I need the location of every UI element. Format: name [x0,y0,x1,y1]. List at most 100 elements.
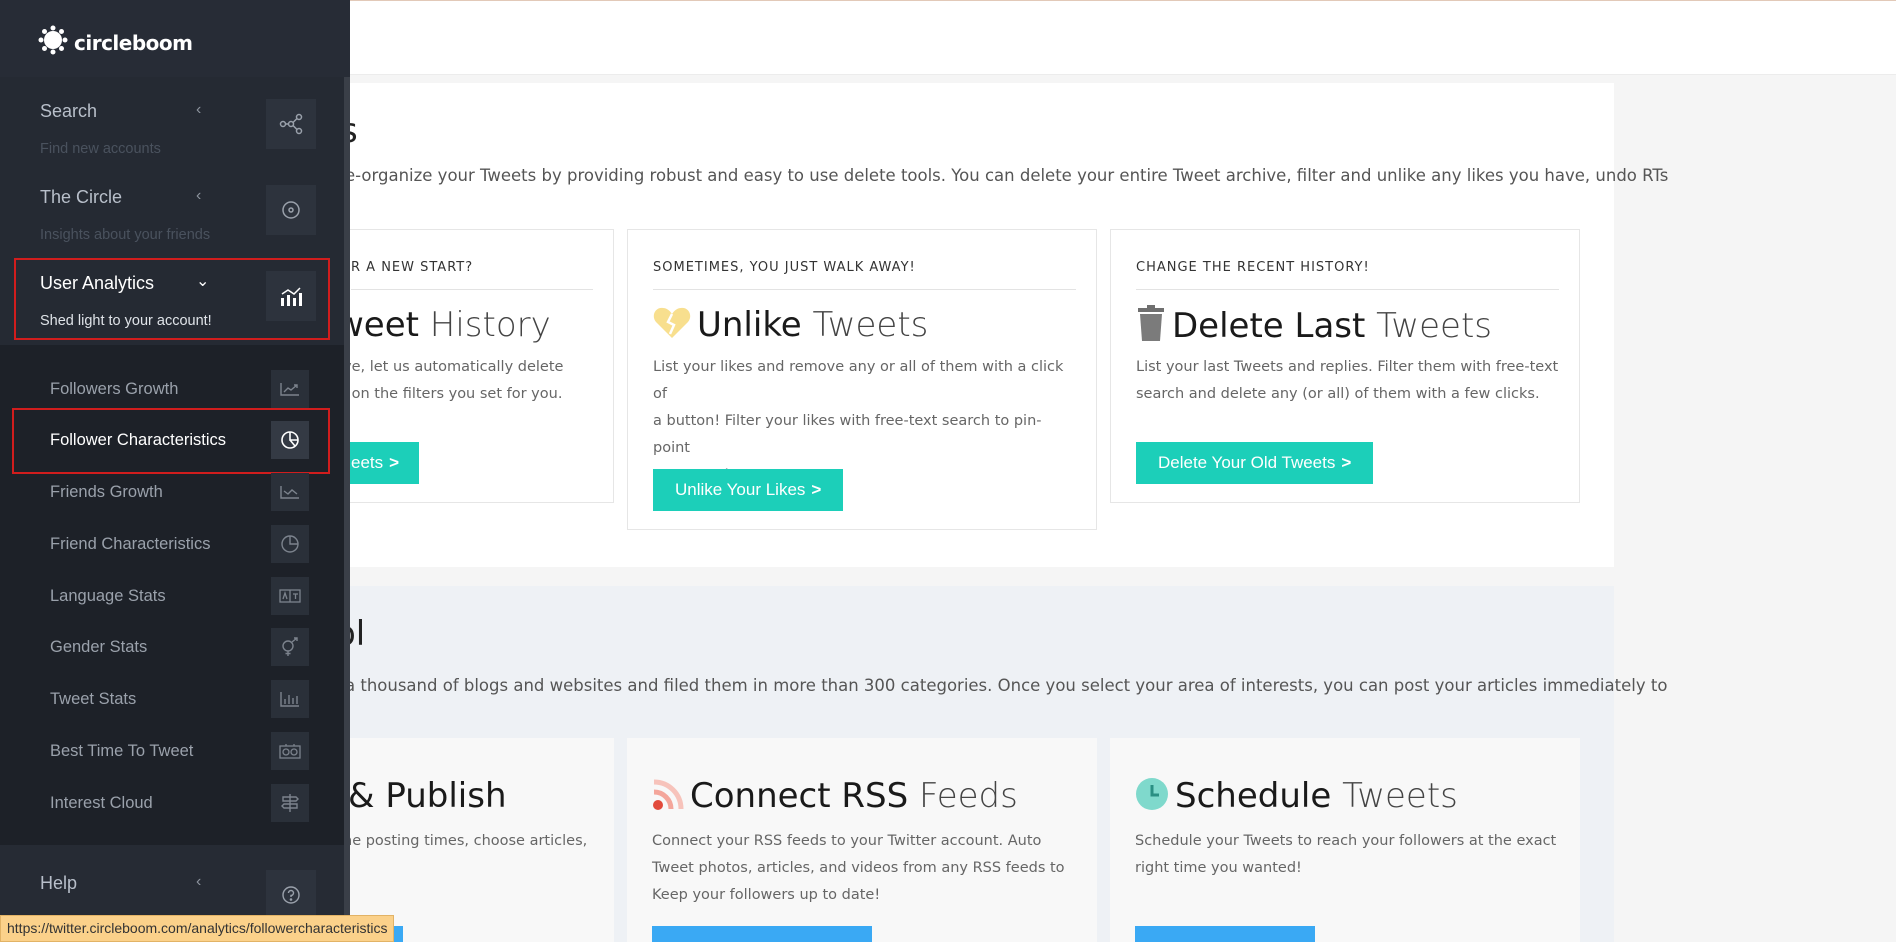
clock-icon [1135,777,1169,820]
card-kicker: CHANGE THE RECENT HISTORY! [1136,260,1370,275]
content-tool-section: ol a thousand of blogs and websites and … [0,586,1667,942]
card-title: weet History [336,305,551,345]
trash-icon [1136,305,1166,350]
chevron-left-icon: ‹ [196,101,202,118]
chevron-left-icon: ‹ [196,187,202,204]
card-text: ve, let us automatically delete l on the… [343,354,593,408]
card-text-line: l on the filters you set for you. [343,386,563,402]
delete-old-tweets-button[interactable]: Delete Your Old Tweets > [1136,442,1374,484]
card-title: Connect RSS Feeds [652,776,1018,820]
card-title-light: History [429,305,551,345]
chevron-left-icon: ‹ [196,873,202,890]
sidebar-item-label: Best Time To Tweet [50,742,194,760]
sidebar-group-label: Search [40,101,98,121]
sidebar-item-label: Language Stats [50,587,166,605]
sidebar-item-followers-growth[interactable]: Followers Growth [0,368,344,410]
sidebar-group-help[interactable]: Help ‹ [0,845,344,920]
logo[interactable]: circleboom [38,25,193,60]
clock-grid-icon [271,732,309,770]
sidebar-item-best-time-to-tweet[interactable]: Best Time To Tweet [0,730,344,772]
card-title: Delete Last Tweets [1136,305,1492,350]
sidebar-group-search[interactable]: Search ‹ Find new accounts [0,77,344,163]
question-icon [266,870,316,920]
card-title-bold: Connect RSS [690,776,909,816]
card-title-bold: Unlike [697,305,802,345]
card-title-bold: & Publish [348,776,507,816]
button-label: Delete Your Old Tweets [1158,453,1336,472]
sidebar-group-label: Help [40,873,78,893]
pie-chart-icon [271,525,309,563]
card-text-line: he posting times, choose articles, [343,833,588,849]
connect-rss-button[interactable] [652,926,872,942]
sidebar-item-friends-growth[interactable]: Friends Growth [0,471,344,513]
card-title-bold: Delete Last [1172,306,1366,346]
card-title: & Publish [348,776,507,816]
unlike-tweets-card: SOMETIMES, YOU JUST WALK AWAY! Unlike Tw… [627,229,1097,530]
card-text-line: List your last Tweets and replies. Filte… [1136,359,1559,375]
broken-heart-icon [653,306,691,349]
link-status-bar: https://twitter.circleboom.com/analytics… [0,915,395,942]
sidebar-scrollbar[interactable] [344,77,350,942]
trend-chart-icon [271,473,309,511]
schedule-tweets-card: Schedule Tweets Schedule your Tweets to … [1110,738,1580,942]
sidebar-item-label: Friend Characteristics [50,535,211,553]
card-text-line: List your likes and remove any or all of… [653,359,1064,402]
rss-icon [652,779,684,820]
card-text-line: Schedule your Tweets to reach your follo… [1135,833,1557,849]
unlike-likes-button[interactable]: Unlike Your Likes > [653,469,844,511]
follower-characteristics-highlight [12,408,330,474]
chevron-right-icon: > [811,480,822,499]
sidebar-item-tweet-stats[interactable]: Tweet Stats [0,678,344,720]
gender-icon [271,628,309,666]
sidebar-item-label: Tweet Stats [50,690,137,708]
signpost-icon [271,784,309,822]
sidebar-item-label: Friends Growth [50,483,163,501]
card-title: Schedule Tweets [1135,776,1458,820]
card-text-line: right time you wanted! [1135,860,1302,876]
sidebar-item-label: Followers Growth [50,380,179,398]
card-title-light: Tweets [812,305,929,345]
user-analytics-highlight [14,258,330,340]
sidebar-item-friend-characteristics[interactable]: Friend Characteristics [0,523,344,565]
button-label: Unlike Your Likes [675,480,806,499]
sidebar: circleboom Search ‹ Find new accounts Th… [0,0,350,942]
sidebar-item-label: Gender Stats [50,638,148,656]
schedule-tweets-button[interactable] [1135,926,1315,942]
card-kicker: SOMETIMES, YOU JUST WALK AWAY! [653,260,916,275]
translate-icon [271,577,309,615]
sidebar-item-label: Interest Cloud [50,794,153,812]
chevron-right-icon: > [1341,453,1352,472]
card-text: Connect your RSS feeds to your Twitter a… [652,828,1077,909]
card-title-light: Tweets [1342,776,1458,816]
bar-chart-icon [271,680,309,718]
chevron-right-icon: > [389,453,400,472]
sidebar-item-gender-stats[interactable]: Gender Stats [0,626,344,668]
card-kicker: R A NEW START? [351,260,474,275]
sidebar-group-sub: Find new accounts [40,141,161,157]
sidebar-header: circleboom [0,0,350,77]
card-title-bold: Schedule [1175,776,1332,816]
card-divider [351,289,593,290]
card-text-line: Tweet photos, articles, and videos from … [652,860,1065,876]
card-text-line: a button! Filter your likes with free-te… [653,413,1042,456]
card-text: Schedule your Tweets to reach your follo… [1135,828,1560,882]
card-text: he posting times, choose articles, [343,828,594,855]
section-description: e-organize your Tweets by providing robu… [345,166,1669,185]
circleboom-logo-icon [38,25,68,60]
sidebar-group-sub: Insights about your friends [40,227,211,243]
card-text-line: Connect your RSS feeds to your Twitter a… [652,833,1042,849]
sidebar-group-the-circle[interactable]: The Circle ‹ Insights about your friends [0,163,344,249]
sidebar-item-language-stats[interactable]: Language Stats [0,575,344,617]
card-text-line: Keep your followers up to date! [652,887,881,903]
brand-name: circleboom [74,30,193,55]
card-title: Unlike Tweets [653,305,928,349]
delete-tweets-button[interactable]: eets > [343,442,420,484]
sidebar-item-interest-cloud[interactable]: Interest Cloud [0,782,344,824]
delete-last-tweets-card: CHANGE THE RECENT HISTORY! Delete Last T… [1110,229,1580,503]
card-divider [1136,289,1559,290]
trend-up-icon [271,370,309,408]
card-title-light: Tweets [1376,306,1492,346]
section-description: a thousand of blogs and websites and fil… [345,676,1668,695]
card-divider [653,289,1076,290]
card-title-light: Feeds [919,776,1018,816]
